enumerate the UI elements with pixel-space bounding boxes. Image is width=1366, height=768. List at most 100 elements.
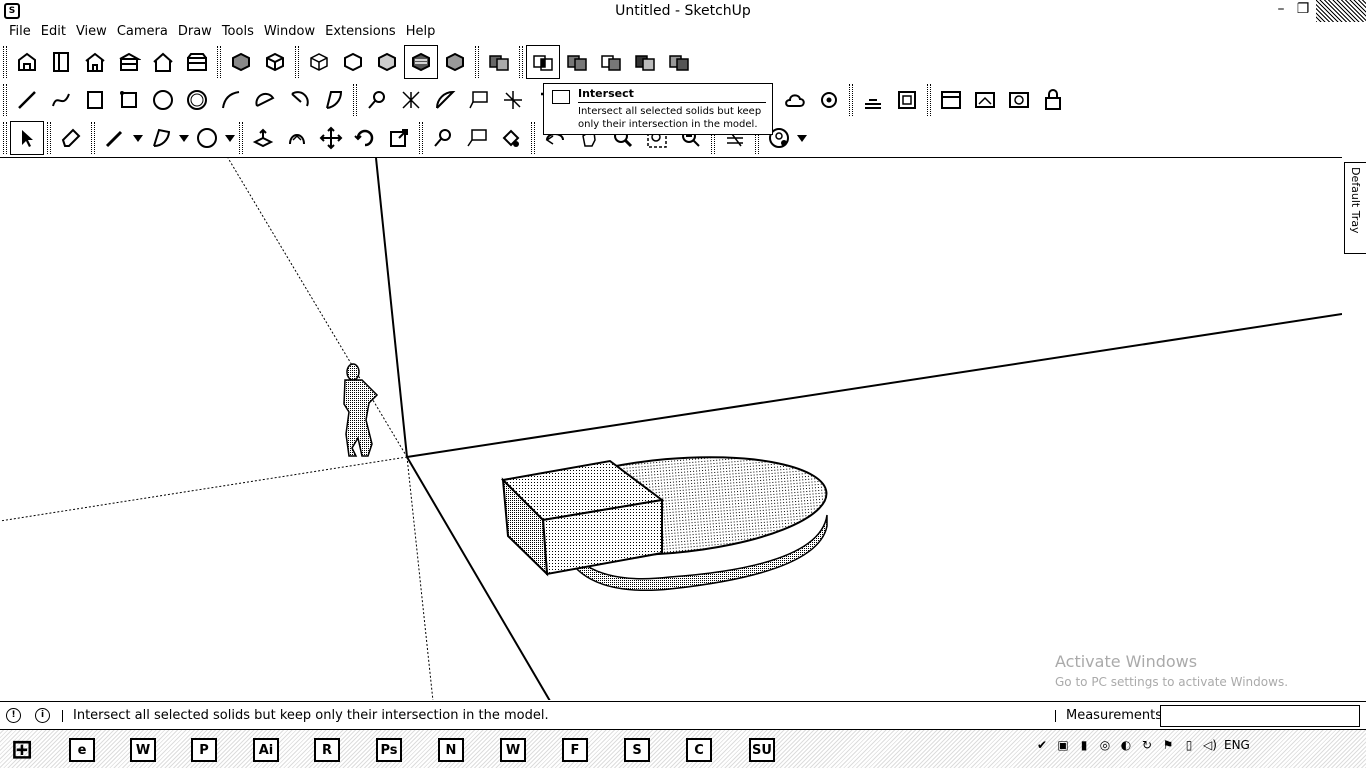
back-view-icon[interactable] <box>146 45 180 79</box>
pencil-dropdown-icon[interactable] <box>132 121 144 155</box>
circle-icon[interactable] <box>146 83 180 117</box>
sync-icon[interactable]: ↻ <box>1140 738 1154 752</box>
new-match-photo-icon[interactable] <box>968 83 1002 117</box>
scale-icon[interactable] <box>382 121 416 155</box>
shaded-icon[interactable] <box>370 45 404 79</box>
follow-me-icon[interactable] <box>280 121 314 155</box>
menu-edit[interactable]: Edit <box>36 22 71 42</box>
arc-tool-icon[interactable] <box>144 121 178 155</box>
iso-view-icon[interactable] <box>10 45 44 79</box>
geo-location-icon[interactable]: ! <box>6 708 21 723</box>
top-view-icon[interactable] <box>44 45 78 79</box>
tape-measure-icon[interactable] <box>360 83 394 117</box>
toolbar-grip[interactable] <box>3 122 7 154</box>
intersect-icon[interactable] <box>526 45 560 79</box>
news-taskbar-item[interactable]: N <box>429 733 473 767</box>
3pt-arc-icon[interactable] <box>282 83 316 117</box>
chrome-taskbar-item[interactable]: C <box>677 733 721 767</box>
sketchup-taskbar-item[interactable]: SU <box>740 733 784 767</box>
front-view-icon[interactable] <box>78 45 112 79</box>
measurements-input[interactable] <box>1160 705 1360 727</box>
network-adapter-icon[interactable]: ▣ <box>1056 738 1070 752</box>
menu-view[interactable]: View <box>71 22 112 42</box>
volume-icon[interactable]: ◁) <box>1203 738 1217 752</box>
arc-dropdown-icon[interactable] <box>178 121 190 155</box>
skype-taskbar-item[interactable]: S <box>615 733 659 767</box>
left-view-icon[interactable] <box>180 45 214 79</box>
display-icon[interactable]: ◐ <box>1119 738 1133 752</box>
illustrator-taskbar-item[interactable]: Ai <box>244 733 288 767</box>
language-indicator[interactable]: ENG <box>1224 738 1250 752</box>
onedrive-icon[interactable]: ◎ <box>1098 738 1112 752</box>
toolbar-grip[interactable] <box>3 46 7 78</box>
word-taskbar-item[interactable]: W <box>491 733 535 767</box>
menu-tools[interactable]: Tools <box>217 22 259 42</box>
minimize-button[interactable]: – <box>1270 1 1292 17</box>
photo-match-icon[interactable] <box>934 83 968 117</box>
firefox-taskbar-item[interactable]: F <box>553 733 597 767</box>
section-plane-icon[interactable] <box>856 83 890 117</box>
shape-tool-icon[interactable] <box>190 121 224 155</box>
share-model-icon[interactable] <box>812 83 846 117</box>
monochrome-icon[interactable] <box>438 45 472 79</box>
start-button[interactable]: ⊞ <box>0 733 44 767</box>
back-edges-icon[interactable] <box>258 45 292 79</box>
trim-icon[interactable] <box>628 45 662 79</box>
rotated-rectangle-icon[interactable] <box>112 83 146 117</box>
wireframe-icon[interactable] <box>302 45 336 79</box>
hidden-line-icon[interactable] <box>336 45 370 79</box>
menu-draw[interactable]: Draw <box>173 22 217 42</box>
right-view-icon[interactable] <box>112 45 146 79</box>
xray-icon[interactable] <box>224 45 258 79</box>
scale-figure[interactable] <box>343 363 379 457</box>
select-icon[interactable] <box>10 121 44 155</box>
eraser-icon[interactable] <box>54 121 88 155</box>
rectangle-icon[interactable] <box>78 83 112 117</box>
edge-taskbar-item[interactable]: e <box>60 733 104 767</box>
outer-shell-icon[interactable] <box>482 45 516 79</box>
pencil-icon[interactable] <box>98 121 132 155</box>
toolbar-grip[interactable] <box>3 84 7 116</box>
security-icon[interactable]: ✔ <box>1035 738 1049 752</box>
lock-icon[interactable] <box>1036 83 1070 117</box>
dimension-icon[interactable] <box>394 83 428 117</box>
line-icon[interactable] <box>10 83 44 117</box>
printer-taskbar-item[interactable]: P <box>182 733 226 767</box>
2pt-arc-icon[interactable] <box>248 83 282 117</box>
display-section-icon[interactable] <box>890 83 924 117</box>
reader-taskbar-item[interactable]: R <box>305 733 349 767</box>
push-pull-icon[interactable] <box>246 121 280 155</box>
shape-dropdown-icon[interactable] <box>224 121 236 155</box>
arc-icon[interactable] <box>214 83 248 117</box>
union-icon[interactable] <box>560 45 594 79</box>
shaded-textures-icon[interactable] <box>404 45 438 79</box>
rotate-icon[interactable] <box>348 121 382 155</box>
menu-file[interactable]: File <box>4 22 36 42</box>
axes-icon[interactable] <box>496 83 530 117</box>
protractor-icon[interactable] <box>428 83 462 117</box>
action-center-flag-icon[interactable]: ⚑ <box>1161 738 1175 752</box>
move-icon[interactable] <box>314 121 348 155</box>
pie-icon[interactable] <box>316 83 350 117</box>
split-icon[interactable] <box>662 45 696 79</box>
user-dropdown-icon[interactable] <box>796 121 808 155</box>
menu-extensions[interactable]: Extensions <box>320 22 401 42</box>
freehand-icon[interactable] <box>44 83 78 117</box>
menu-window[interactable]: Window <box>259 22 320 42</box>
text-icon[interactable] <box>462 83 496 117</box>
text-label-icon[interactable] <box>460 121 494 155</box>
battery-icon[interactable]: ▯ <box>1182 738 1196 752</box>
close-button[interactable] <box>1316 0 1366 22</box>
default-tray-tab[interactable]: Default Tray <box>1344 162 1366 254</box>
tape-icon[interactable] <box>426 121 460 155</box>
wordpad-taskbar-item[interactable]: W <box>121 733 165 767</box>
instructor-info-icon[interactable]: i <box>35 708 50 723</box>
paint-bucket-icon[interactable] <box>494 121 528 155</box>
drawing-area[interactable] <box>0 157 1342 700</box>
subtract-icon[interactable] <box>594 45 628 79</box>
restore-button[interactable]: ❐ <box>1292 1 1314 17</box>
menu-camera[interactable]: Camera <box>112 22 173 42</box>
share-cloud-icon[interactable] <box>1002 83 1036 117</box>
layout-icon[interactable] <box>778 83 812 117</box>
polygon-icon[interactable] <box>180 83 214 117</box>
